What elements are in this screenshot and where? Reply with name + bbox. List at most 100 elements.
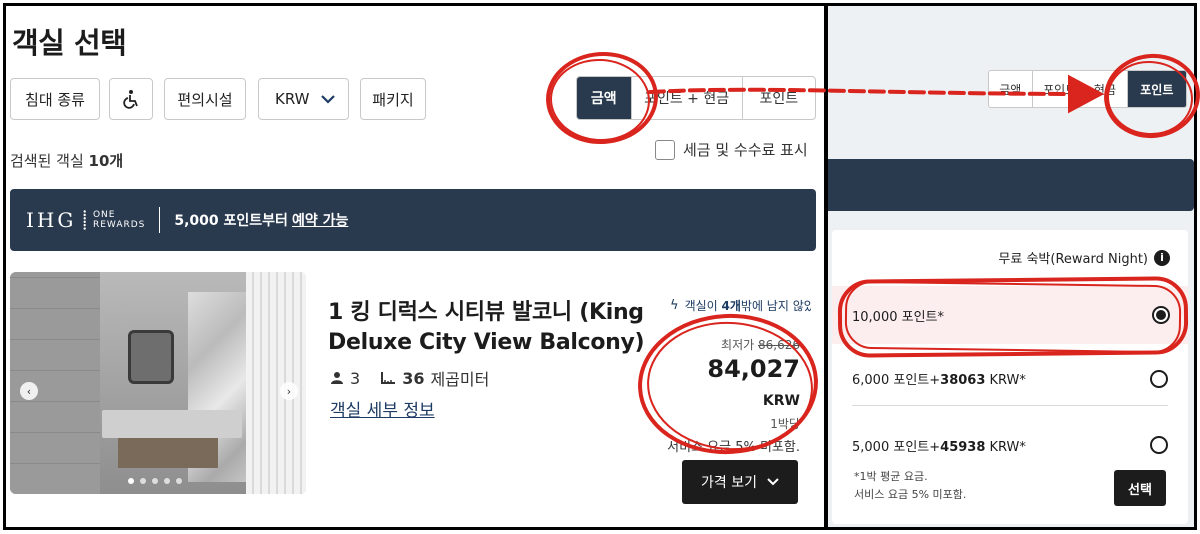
photo-dot[interactable] [140,478,146,484]
reward-footnote-2: 서비스 요금 5% 미포함. [854,488,967,501]
photo-pagination [128,478,182,484]
reward-points: 10,000 [852,309,898,325]
lightning-icon: ϟ [670,298,679,313]
photo-dot[interactable] [152,478,158,484]
chevron-right-icon[interactable]: › [280,382,298,400]
person-icon [331,372,343,384]
reward-option-label: 5,000 포인트+45938 KRW* [852,439,1026,455]
chevron-down-icon [767,478,779,486]
chevron-down-icon [321,95,335,104]
photo-curtain [246,272,306,494]
reward-option-radio[interactable] [1152,306,1170,324]
reward-option-label: 6,000 포인트+38063 KRW* [852,373,1026,388]
room-photo[interactable]: ‹ › [10,272,306,494]
room-selection-panel: 객실 선택 침대 종류 편의시설 KRW 패키지 금액 포인트 + 현금 포인트… [6,6,824,527]
rate-option-points[interactable]: 포인트 [743,77,815,119]
room-meta: 3 36 제곱미터 [330,366,489,390]
availability-suffix: 밖에 남지 않았습니다 [740,299,811,313]
amenities-filter-button[interactable]: 편의시설 [164,78,246,120]
price-from: 최저가 86,626 [664,336,800,353]
service-fee-note: 서비스 요금 5% 미포함. [667,440,800,455]
price-value: 84,027 [707,355,800,383]
currency-value: KRW [275,90,310,108]
reward-option-points[interactable]: 10,000 포인트* [832,286,1188,344]
availability-count: 4개 [721,299,741,313]
reward-points-label: 포인트* [901,309,945,325]
rate-option-cash[interactable]: 금액 [577,77,632,119]
reward-night-panel: 금액 포인트 + 현금 포인트 무료 숙박(Reward Night) i 10… [828,6,1194,527]
room-price: 84,027 KRW [664,355,800,411]
room-size-unit: 제곱미터 [430,370,490,389]
price-per-night: 1박당 [770,417,800,431]
reward-points-label: 포인트 [893,439,930,455]
accessibility-filter-button[interactable] [109,78,153,120]
reward-night-card: 무료 숙박(Reward Night) i 10,000 포인트* 6,000 … [832,230,1188,524]
view-price-label: 가격 보기 [701,475,757,491]
reward-points: 5,000 [852,439,890,455]
tax-fee-label: 세금 및 수수료 표시 [683,141,808,159]
results-count: 검색된 객실 10개 [10,150,123,171]
price-box: 최저가 86,626 84,027 KRW 1박당 서비스 요금 5% 미포함. [664,336,800,458]
availability-prefix: 객실이 [684,299,722,313]
ruler-icon [381,372,396,384]
tax-fee-toggle[interactable]: 세금 및 수수료 표시 [655,139,808,160]
photo-dot[interactable] [164,478,170,484]
wheelchair-icon [123,90,138,109]
photo-cabinet [118,438,218,468]
original-price: 86,626 [758,338,800,352]
results-prefix: 검색된 객실 [10,152,89,170]
banner-link[interactable]: 예약 가능 [292,210,348,230]
room-size: 36 [402,368,425,388]
chevron-left-icon[interactable]: ‹ [20,382,38,400]
ihg-logo: IHG [26,208,77,232]
reward-cash-label: KRW* [989,439,1026,455]
guest-count: 3 [350,368,361,388]
photo-vanity [102,410,242,438]
rate-type-toggle: 금액 포인트 + 현금 포인트 [576,76,816,120]
availability-notice: ϟ 객실이 4개밖에 남지 않았습니다 [670,298,811,314]
ihg-logo-sub-1: ONE [92,210,116,220]
page-title: 객실 선택 [12,26,127,60]
rate-type-toggle-mini: 금액 포인트 + 현금 포인트 [988,70,1187,108]
rate-option-points-cash[interactable]: 포인트 + 현금 [1033,71,1128,107]
photo-mirror [128,330,174,384]
rate-option-cash[interactable]: 금액 [989,71,1033,107]
rewards-banner-partial [828,159,1194,211]
price-currency: KRW [762,393,800,409]
rate-option-points-cash[interactable]: 포인트 + 현금 [632,77,743,119]
reward-footnote: *1박 평균 요금. 서비스 요금 5% 미포함. [854,468,966,504]
select-button[interactable]: 선택 [1114,470,1166,506]
reward-cash: 38063 [940,373,986,388]
reward-night-header: 무료 숙박(Reward Night) i [998,248,1170,267]
price-from-label: 최저가 [721,338,755,352]
reward-points: 6,000 [852,373,890,388]
reward-night-title: 무료 숙박(Reward Night) [998,252,1148,267]
ihg-rewards-banner: IHG ⸽ ONE REWARDS 5,000 포인트부터 예약 가능 [10,189,816,251]
room-card: ‹ › 1 킹 디럭스 시티뷰 발코니 (King Deluxe City Vi… [10,272,816,527]
photo-dot[interactable] [176,478,182,484]
ihg-flame-icon: ⸽ [82,210,87,231]
reward-option-label: 10,000 포인트* [852,306,944,325]
reward-cash: 45938 [940,439,986,455]
banner-text: 5,000 포인트부터 [174,213,288,229]
photo-dot[interactable] [128,478,134,484]
tax-fee-checkbox[interactable] [655,139,675,160]
info-icon[interactable]: i [1154,249,1170,266]
room-name: 1 킹 디럭스 시티뷰 발코니 (King Deluxe City View B… [328,300,645,355]
availability-text: 객실이 4개밖에 남지 않았습니다 [685,298,811,314]
currency-select[interactable]: KRW [258,78,349,120]
bed-type-filter-button[interactable]: 침대 종류 [10,78,100,120]
reward-option-points-cash[interactable]: 5,000 포인트+45938 KRW* [852,416,1168,474]
results-number: 10개 [88,152,124,170]
reward-option-radio[interactable] [1150,369,1168,388]
ihg-logo-sub-2: REWARDS [92,220,146,230]
reward-cash-label: KRW* [989,373,1026,388]
banner-divider [159,207,161,233]
rate-option-points[interactable]: 포인트 [1127,71,1186,107]
room-details-link[interactable]: 객실 세부 정보 [330,396,435,421]
reward-option-radio[interactable] [1150,436,1168,454]
reward-footnote-1: *1박 평균 요금. [854,470,928,483]
reward-option-points-cash[interactable]: 6,000 포인트+38063 KRW* [852,352,1168,406]
package-filter-button[interactable]: 패키지 [360,78,426,120]
view-price-button[interactable]: 가격 보기 [682,460,798,504]
